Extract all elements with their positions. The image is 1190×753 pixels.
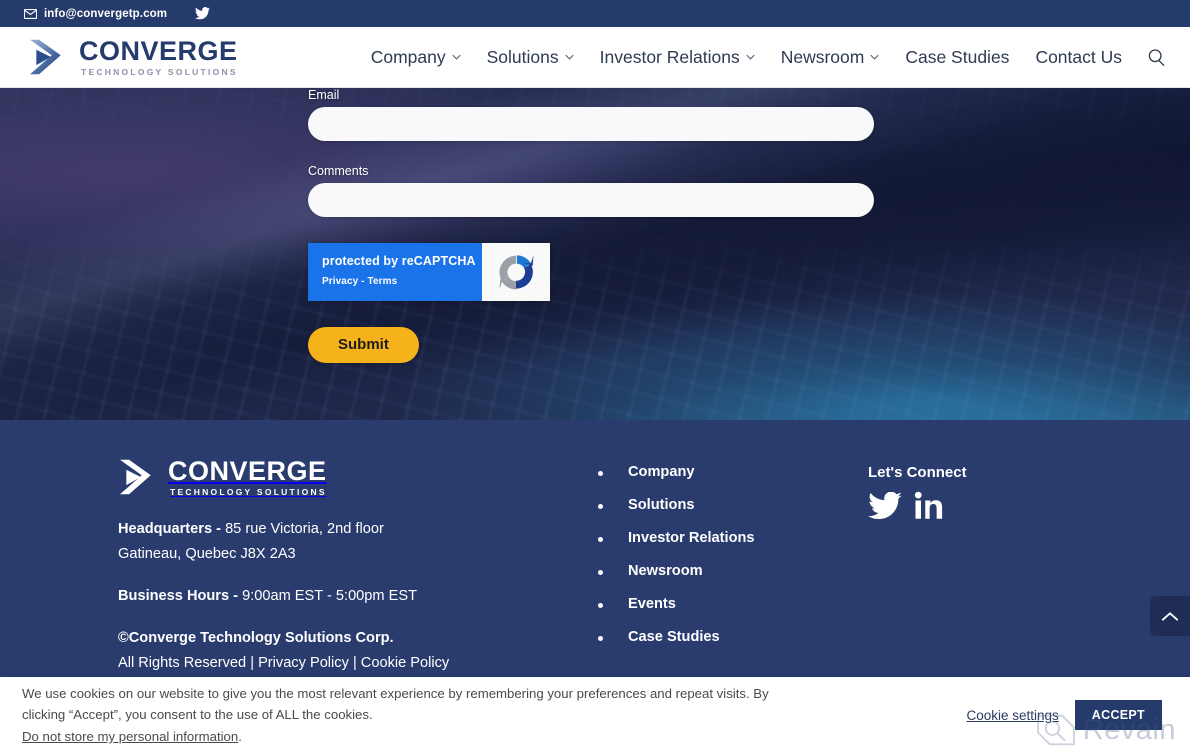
contact-form: Email Comments protected by reCAPTCHA Pr… (308, 88, 874, 363)
search-button[interactable] (1147, 48, 1166, 67)
nav-label: Case Studies (905, 46, 1010, 67)
footer-logo-wordmark: CONVERGE (168, 456, 327, 486)
topbar-email-text: info@convergetp.com (44, 7, 168, 20)
footer-linkedin-link[interactable] (914, 491, 944, 521)
twitter-icon (181, 7, 211, 20)
footer-hq-line1: 85 rue Victoria, 2nd floor (225, 520, 384, 537)
recaptcha-text-block: protected by reCAPTCHA Privacy - Terms (308, 243, 482, 301)
cookie-consent-banner: We use cookies on our website to give yo… (0, 677, 1190, 753)
footer-legal-block: ©Converge Technology Solutions Corp. All… (118, 626, 598, 676)
footer-hours-label: Business Hours - (118, 587, 243, 604)
list-item: Solutions (598, 497, 868, 513)
list-item: Company (598, 464, 868, 480)
comments-field-label: Comments (308, 164, 369, 178)
footer-link-case-studies[interactable]: Case Studies (628, 629, 720, 645)
nav-item-contact-us[interactable]: Contact Us (1022, 47, 1135, 68)
recaptcha-logo-wrap (482, 243, 550, 301)
recaptcha-title: protected by reCAPTCHA (322, 254, 476, 268)
submit-button[interactable]: Submit (308, 327, 419, 363)
nav-label: Contact Us (1035, 46, 1122, 67)
list-item: Case Studies (598, 629, 868, 645)
site-header: CONVERGE TECHNOLOGY SOLUTIONS Company So… (0, 27, 1190, 88)
recaptcha-subtitle[interactable]: Privacy - Terms (322, 276, 482, 287)
twitter-icon (868, 492, 902, 520)
social-links-row (868, 491, 967, 521)
converge-chevron-icon (28, 38, 70, 76)
list-item: Investor Relations (598, 530, 868, 546)
footer-hours-block: Business Hours - 9:00am EST - 5:00pm EST (118, 584, 598, 609)
top-utility-bar: info@convergetp.com (0, 0, 1190, 27)
logo-tagline: TECHNOLOGY SOLUTIONS (81, 66, 238, 77)
footer-link-events[interactable]: Events (628, 596, 676, 612)
cookie-accept-button[interactable]: ACCEPT (1074, 700, 1162, 730)
footer-links-column: Company Solutions Investor Relations New… (598, 458, 868, 693)
chevron-down-icon (452, 54, 461, 60)
footer-link-solutions[interactable]: Solutions (628, 497, 694, 513)
comments-input[interactable] (308, 183, 874, 217)
chevron-up-icon (1161, 611, 1179, 622)
converge-chevron-icon (118, 458, 160, 496)
email-field-label: Email (308, 88, 340, 102)
nav-item-company[interactable]: Company (358, 47, 474, 68)
footer-hours-line: Business Hours - 9:00am EST - 5:00pm EST (118, 584, 598, 609)
footer-hours-value: 9:00am EST - 5:00pm EST (242, 587, 418, 604)
recaptcha-badge[interactable]: protected by reCAPTCHA Privacy - Terms (308, 243, 550, 301)
footer-copyright: ©Converge Technology Solutions Corp. (118, 626, 598, 651)
main-navigation: Company Solutions Investor Relations New… (358, 47, 1168, 68)
footer-copyright-text: ©Converge Technology Solutions Corp. (118, 629, 394, 646)
footer-link-investor-relations[interactable]: Investor Relations (628, 530, 755, 546)
topbar-email-link[interactable]: info@convergetp.com (24, 8, 167, 20)
footer-brand-column: CONVERGE TECHNOLOGY SOLUTIONS Headquarte… (118, 458, 598, 693)
header-logo[interactable]: CONVERGE TECHNOLOGY SOLUTIONS (28, 35, 238, 77)
footer-social-column: Let's Connect (868, 458, 967, 693)
cookie-banner-actions: Cookie settings ACCEPT (966, 700, 1162, 730)
privacy-policy-link[interactable]: Privacy Policy (258, 655, 349, 671)
email-input[interactable] (308, 107, 874, 141)
topbar-twitter-link[interactable] (181, 7, 211, 20)
recaptcha-logo-icon (495, 251, 537, 293)
chevron-down-icon (870, 54, 879, 60)
chevron-down-icon (746, 54, 755, 60)
nav-label: Newsroom (780, 46, 865, 67)
search-icon (1147, 48, 1166, 67)
footer-legal-separator: | (348, 654, 361, 671)
footer-columns: CONVERGE TECHNOLOGY SOLUTIONS Headquarte… (0, 458, 1190, 693)
logo-wordmark: CONVERGE (79, 35, 238, 66)
chevron-down-icon (565, 54, 574, 60)
footer-rights-text: All Rights Reserved | (118, 654, 259, 671)
footer-link-company[interactable]: Company (628, 464, 695, 480)
footer-link-newsroom[interactable]: Newsroom (628, 563, 703, 579)
cookie-policy-link[interactable]: Cookie Policy (361, 655, 449, 671)
footer-legal-links: All Rights Reserved | Privacy Policy | C… (118, 651, 598, 676)
cookie-optout-period: . (238, 729, 242, 744)
lets-connect-heading: Let's Connect (868, 464, 967, 481)
nav-item-newsroom[interactable]: Newsroom (768, 47, 893, 68)
cookie-banner-message: We use cookies on our website to give yo… (22, 686, 769, 722)
cookie-banner-text-wrap: We use cookies on our website to give yo… (22, 683, 812, 747)
linkedin-icon (914, 491, 944, 521)
nav-item-solutions[interactable]: Solutions (474, 47, 587, 68)
page-root: info@convergetp.com CONVERGE TECHNOLOGY … (0, 0, 1190, 753)
nav-item-case-studies[interactable]: Case Studies (892, 47, 1022, 68)
footer-logo[interactable]: CONVERGE TECHNOLOGY SOLUTIONS (118, 458, 598, 497)
mail-icon (24, 8, 37, 19)
cookie-settings-button[interactable]: Cookie settings (966, 708, 1058, 723)
hero-contact-section: Email Comments protected by reCAPTCHA Pr… (0, 88, 1190, 420)
footer-logo-tagline: TECHNOLOGY SOLUTIONS (170, 487, 327, 497)
nav-label: Solutions (486, 46, 559, 67)
list-item: Newsroom (598, 563, 868, 579)
nav-item-investor-relations[interactable]: Investor Relations (587, 47, 768, 68)
footer-address-block: Headquarters - 85 rue Victoria, 2nd floo… (118, 517, 598, 567)
footer-hq-label: Headquarters - (118, 520, 226, 537)
footer-hq-line: Headquarters - 85 rue Victoria, 2nd floo… (118, 517, 598, 542)
nav-label: Company (370, 46, 446, 67)
footer-twitter-link[interactable] (868, 492, 902, 520)
footer-nav-list: Company Solutions Investor Relations New… (598, 464, 868, 645)
nav-label: Investor Relations (599, 46, 740, 67)
footer-hq-line2: Gatineau, Quebec J8X 2A3 (118, 545, 296, 562)
list-item: Events (598, 596, 868, 612)
do-not-store-personal-info-link[interactable]: Do not store my personal information (22, 726, 238, 747)
scroll-to-top-button[interactable] (1150, 596, 1190, 636)
